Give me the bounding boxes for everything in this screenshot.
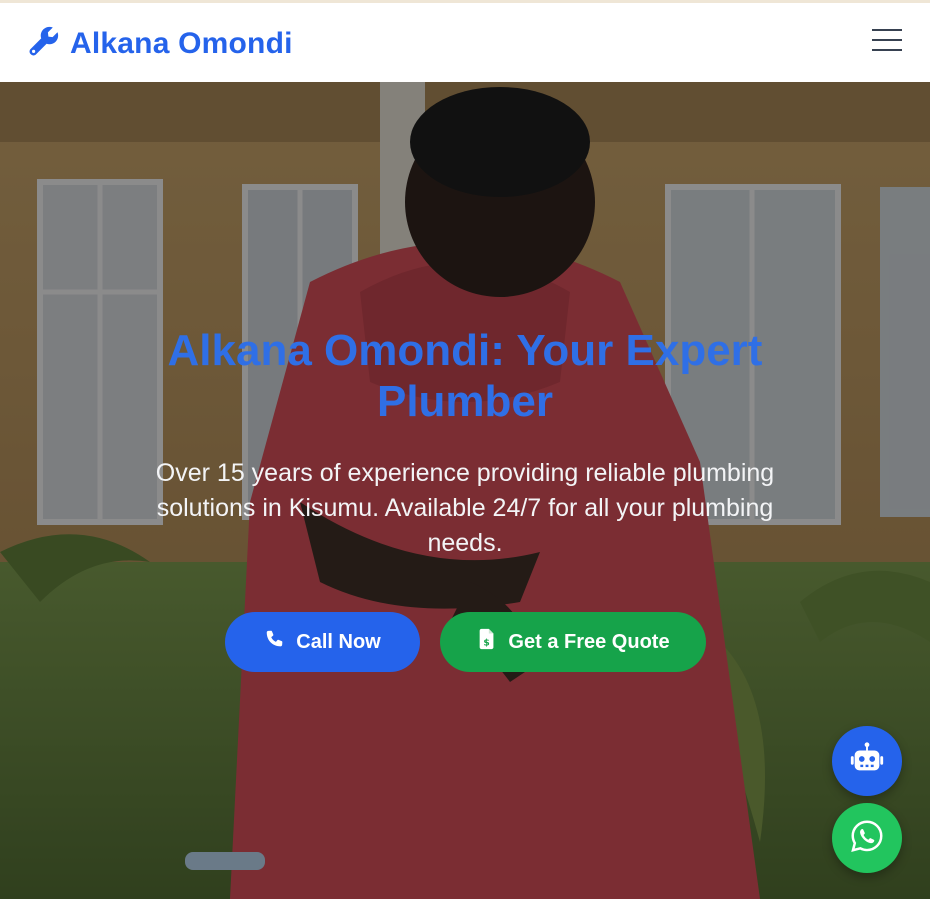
get-free-quote-label: Get a Free Quote xyxy=(508,630,670,653)
site-header: Alkana Omondi xyxy=(0,3,930,82)
invoice-dollar-icon: $ xyxy=(476,628,498,656)
get-free-quote-button[interactable]: $ Get a Free Quote xyxy=(440,612,706,672)
chatbot-button[interactable] xyxy=(832,726,902,796)
wrench-icon xyxy=(28,25,60,62)
brand-name: Alkana Omondi xyxy=(70,26,293,60)
hero-subtitle: Over 15 years of experience providing re… xyxy=(155,459,775,557)
whatsapp-icon xyxy=(848,817,886,860)
hero-section: Alkana Omondi: Your Expert Plumber Over … xyxy=(0,82,930,899)
whatsapp-button[interactable] xyxy=(832,803,902,873)
robot-icon xyxy=(848,740,886,783)
phone-icon xyxy=(264,628,286,656)
hamburger-menu-icon[interactable] xyxy=(872,28,902,52)
call-now-label: Call Now xyxy=(296,630,381,653)
svg-text:$: $ xyxy=(484,637,490,648)
call-now-button[interactable]: Call Now xyxy=(225,612,420,672)
hero-title: Alkana Omondi: Your Expert Plumber xyxy=(167,326,763,426)
brand-logo[interactable]: Alkana Omondi xyxy=(28,25,293,62)
